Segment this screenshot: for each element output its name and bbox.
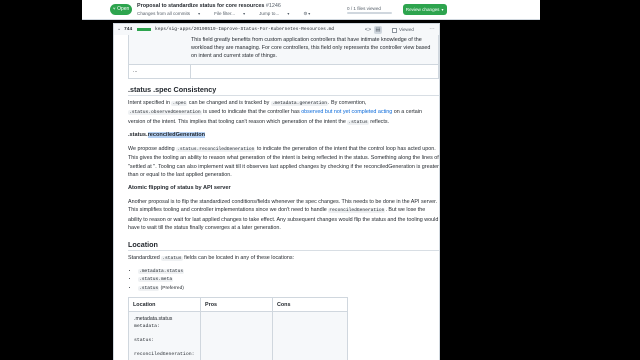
inline-code: .status.meta [138, 277, 174, 283]
viewed-checkbox[interactable] [392, 27, 397, 33]
settings-gear-icon[interactable]: ⚙▼ [303, 11, 317, 16]
list-item: .metadata.status [138, 268, 338, 276]
preferred-label: (Preferred) [159, 285, 184, 291]
jump-to-label: Jump to... [259, 11, 280, 16]
left-letterbox [0, 0, 82, 360]
table-cell-location: .metadata.status metadata: status: recon… [129, 312, 201, 360]
table-header-row: Location Pros Cons [129, 298, 347, 312]
heading-divider [128, 95, 439, 96]
yaml-line: metadata: [134, 324, 160, 329]
changes-from-dropdown[interactable]: Changes from all commits ▼ [137, 11, 207, 16]
inline-code: .status [138, 285, 160, 291]
cell-location-value: .metadata.status [134, 316, 173, 322]
ellipsis-cell: ... [129, 65, 191, 78]
rich-diff-icon[interactable]: ▤ [374, 26, 382, 34]
file-filter-label: File filter... [214, 11, 236, 16]
status-badge: ⑂ Open [110, 4, 132, 15]
text: fields can be located in any of these lo… [182, 255, 295, 261]
inline-code: .metadata.generation [270, 101, 329, 106]
table-row: ... [128, 64, 439, 79]
right-letterbox [540, 0, 640, 360]
pr-number: #1246 [265, 3, 281, 9]
lines-changed-count: 744 [124, 27, 133, 32]
heading-prefix: .status. [128, 132, 148, 138]
table-cell-cons [273, 312, 347, 360]
inline-code: .metadata.status [138, 269, 185, 274]
jump-to-dropdown[interactable]: Jump to... ▼ [259, 11, 296, 16]
review-changes-label: Review changes [405, 7, 440, 12]
heading-atomic-flipping: Atomic flipping of status by API server [128, 185, 231, 191]
viewed-label: Viewed [399, 27, 414, 32]
previous-table-text: This field greatly benefits from custom … [191, 37, 431, 59]
inline-code: .status.reconciledGeneration [176, 147, 256, 152]
text: can be changed and is tracked by [187, 100, 271, 106]
screen: ⑂ Open Proposal to standardize status fo… [0, 0, 640, 360]
selected-text-highlight: reconciledGeneration [147, 132, 206, 138]
location-paragraph: Standardized .status fields can be locat… [128, 254, 439, 263]
observed-link[interactable]: observed but not yet completed acting [301, 109, 392, 115]
location-list: .metadata.status .status.meta .status (P… [138, 268, 338, 293]
more-options-icon[interactable]: ⋯ [428, 26, 436, 34]
files-viewed-progress [347, 12, 392, 14]
changes-from-label: Changes from all commits [137, 11, 191, 16]
rich-diff-content: This field greatly benefits from custom … [113, 35, 440, 360]
pull-request-icon: ⑂ [112, 6, 116, 12]
inline-code: .status [161, 256, 183, 261]
chevron-down-icon: ▼ [286, 12, 291, 16]
heading-location: Location [128, 240, 158, 249]
heading-spec-consistency: .status .spec Consistency [128, 85, 217, 94]
files-viewed-count: 0 / 1 files viewed [347, 6, 381, 11]
atomic-flipping-paragraph: Another proposal is to flip the standard… [128, 198, 439, 233]
chevron-down-icon: ▼ [242, 12, 246, 16]
file-path[interactable]: keps/sig-apps/20190519-Improve-Status-Fo… [155, 27, 334, 32]
status-badge-label: Open [117, 6, 130, 12]
list-item: .status.meta [138, 276, 338, 284]
inline-code: reconciledGeneration [328, 208, 386, 214]
text: . By convention, [328, 100, 367, 106]
inline-code: .status.observedGeneration [128, 110, 202, 116]
pr-header: ⑂ Open Proposal to standardize status fo… [82, 0, 540, 20]
table-cell-pros [201, 312, 273, 360]
spec-consistency-paragraph: Intent specified in .spec can be changed… [128, 99, 439, 127]
heading-divider [128, 250, 439, 251]
code-view-icon[interactable]: <> [364, 26, 372, 34]
chevron-down-icon: ▼ [197, 12, 201, 16]
table-header-pros: Pros [201, 298, 273, 312]
inline-code: .status [347, 119, 369, 125]
diffstat-bar [137, 28, 151, 31]
text: is used to indicate that the controller … [201, 109, 302, 116]
pr-title-text: Proposal to standardize status for core … [137, 3, 265, 9]
yaml-line: reconciledGeneration: [134, 352, 195, 357]
text: reflects. [368, 118, 390, 125]
location-table: Location Pros Cons .metadata.status meta… [128, 297, 348, 360]
inline-code: .spec [171, 101, 188, 106]
text: We propose adding [128, 146, 177, 152]
collapse-chevron-icon[interactable]: ⌄ [117, 26, 121, 32]
list-item: .status (Preferred) [138, 285, 338, 293]
reconciled-generation-paragraph: We propose adding .status.reconciledGene… [128, 145, 439, 180]
chevron-down-icon: ▼ [440, 8, 445, 12]
pr-toolbar: Changes from all commits ▼ File filter..… [137, 11, 323, 17]
text: Standardized [128, 255, 162, 261]
heading-reconciled-generation: .status.reconciledGeneration [128, 132, 206, 138]
pr-title: Proposal to standardize status for core … [137, 3, 281, 9]
yaml-line: status: [134, 338, 155, 343]
file-header: ⌄ 744 keps/sig-apps/20190519-Improve-Sta… [113, 23, 440, 35]
table-header-cons: Cons [277, 302, 291, 308]
text: Intent specified in [128, 100, 172, 106]
table-header-location: Location [129, 298, 201, 312]
review-changes-button[interactable]: Review changes ▼ [403, 4, 447, 15]
file-filter-dropdown[interactable]: File filter... ▼ [214, 11, 252, 16]
